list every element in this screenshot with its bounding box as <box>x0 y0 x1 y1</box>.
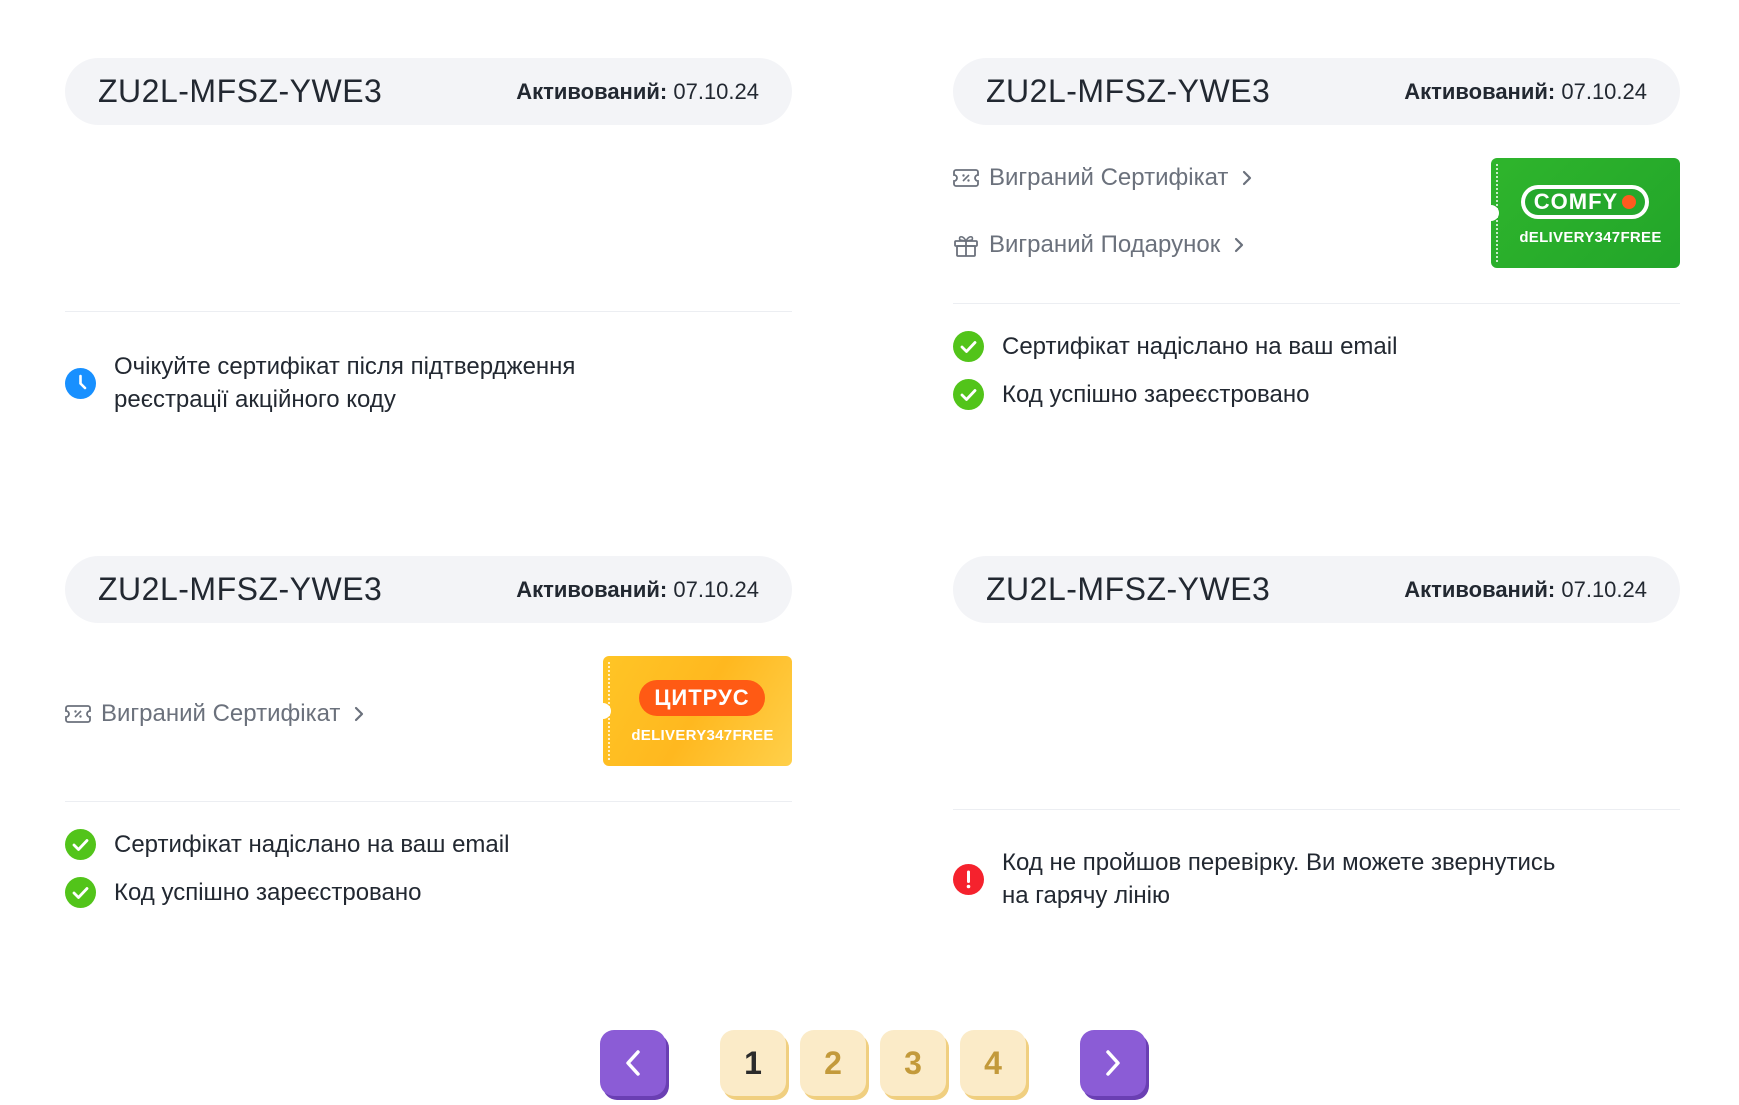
ticket-promo-code: dELIVERY347FREE <box>1519 229 1662 246</box>
code-header: ZU2L-MFSZ-YWE3 Активований: 07.10.24 <box>65 58 792 125</box>
comfy-logo: COMFY <box>1521 185 1649 219</box>
ticket-icon <box>65 705 91 723</box>
clock-icon <box>65 367 96 399</box>
error-icon <box>953 863 984 895</box>
status-code-registered: Код успішно зареєстровано <box>953 379 1309 410</box>
page-button-3[interactable]: 3 <box>880 1030 946 1096</box>
promo-code-card: ZU2L-MFSZ-YWE3 Активований: 07.10.24 Код… <box>953 556 1680 909</box>
won-certificate-link[interactable]: Виграний Сертифікат <box>65 700 364 728</box>
prev-page-button[interactable] <box>600 1030 666 1096</box>
chevron-right-icon <box>1106 1050 1120 1076</box>
status-pending: Очікуйте сертифікат після підтвердження … <box>65 350 674 416</box>
divider <box>65 801 792 802</box>
won-gift-link[interactable]: Виграний Подарунок <box>953 231 1244 259</box>
won-certificate-link[interactable]: Виграний Сертифікат <box>953 164 1252 192</box>
promo-code-card: ZU2L-MFSZ-YWE3 Активований: 07.10.24 Виг… <box>953 58 1680 410</box>
citrus-certificate-ticket[interactable]: ЦИТРУС dELIVERY347FREE <box>603 656 792 766</box>
activation-date: Активований: 07.10.24 <box>1404 78 1647 104</box>
code-header: ZU2L-MFSZ-YWE3 Активований: 07.10.24 <box>953 58 1680 125</box>
chevron-left-icon <box>626 1050 640 1076</box>
divider <box>65 311 792 312</box>
promo-code: ZU2L-MFSZ-YWE3 <box>98 571 383 607</box>
check-circle-icon <box>65 829 96 860</box>
status-email-sent: Сертифікат надіслано на ваш email <box>953 331 1397 362</box>
page-button-2[interactable]: 2 <box>800 1030 866 1096</box>
status-error: Код не пройшов перевірку. Ви можете звер… <box>953 846 1562 912</box>
activation-date: Активований: 07.10.24 <box>1404 576 1647 602</box>
next-page-button[interactable] <box>1080 1030 1146 1096</box>
check-circle-icon <box>65 877 96 908</box>
promo-code: ZU2L-MFSZ-YWE3 <box>986 571 1271 607</box>
divider <box>953 303 1680 304</box>
gift-icon <box>954 235 978 257</box>
status-email-sent: Сертифікат надіслано на ваш email <box>65 829 509 860</box>
code-header: ZU2L-MFSZ-YWE3 Активований: 07.10.24 <box>953 556 1680 623</box>
page-button-1[interactable]: 1 <box>720 1030 786 1096</box>
pagination: 1 2 3 4 <box>0 1030 1739 1100</box>
page-button-4[interactable]: 4 <box>960 1030 1026 1096</box>
chevron-right-icon <box>1235 237 1244 253</box>
ticket-icon <box>953 169 979 187</box>
activation-date: Активований: 07.10.24 <box>516 78 759 104</box>
comfy-certificate-ticket[interactable]: COMFY dELIVERY347FREE <box>1491 158 1680 268</box>
chevron-right-icon <box>355 706 364 722</box>
citrus-logo: ЦИТРУС <box>639 680 765 716</box>
promo-code: ZU2L-MFSZ-YWE3 <box>986 73 1271 109</box>
ticket-promo-code: dELIVERY347FREE <box>631 727 774 744</box>
code-header: ZU2L-MFSZ-YWE3 Активований: 07.10.24 <box>65 556 792 623</box>
promo-code-card: ZU2L-MFSZ-YWE3 Активований: 07.10.24 Очі… <box>65 58 792 413</box>
check-circle-icon <box>953 379 984 410</box>
check-circle-icon <box>953 331 984 362</box>
activation-date: Активований: 07.10.24 <box>516 576 759 602</box>
chevron-right-icon <box>1243 170 1252 186</box>
promo-code: ZU2L-MFSZ-YWE3 <box>98 73 383 109</box>
promo-code-card: ZU2L-MFSZ-YWE3 Активований: 07.10.24 Виг… <box>65 556 792 908</box>
status-code-registered: Код успішно зареєстровано <box>65 877 421 908</box>
divider <box>953 809 1680 810</box>
